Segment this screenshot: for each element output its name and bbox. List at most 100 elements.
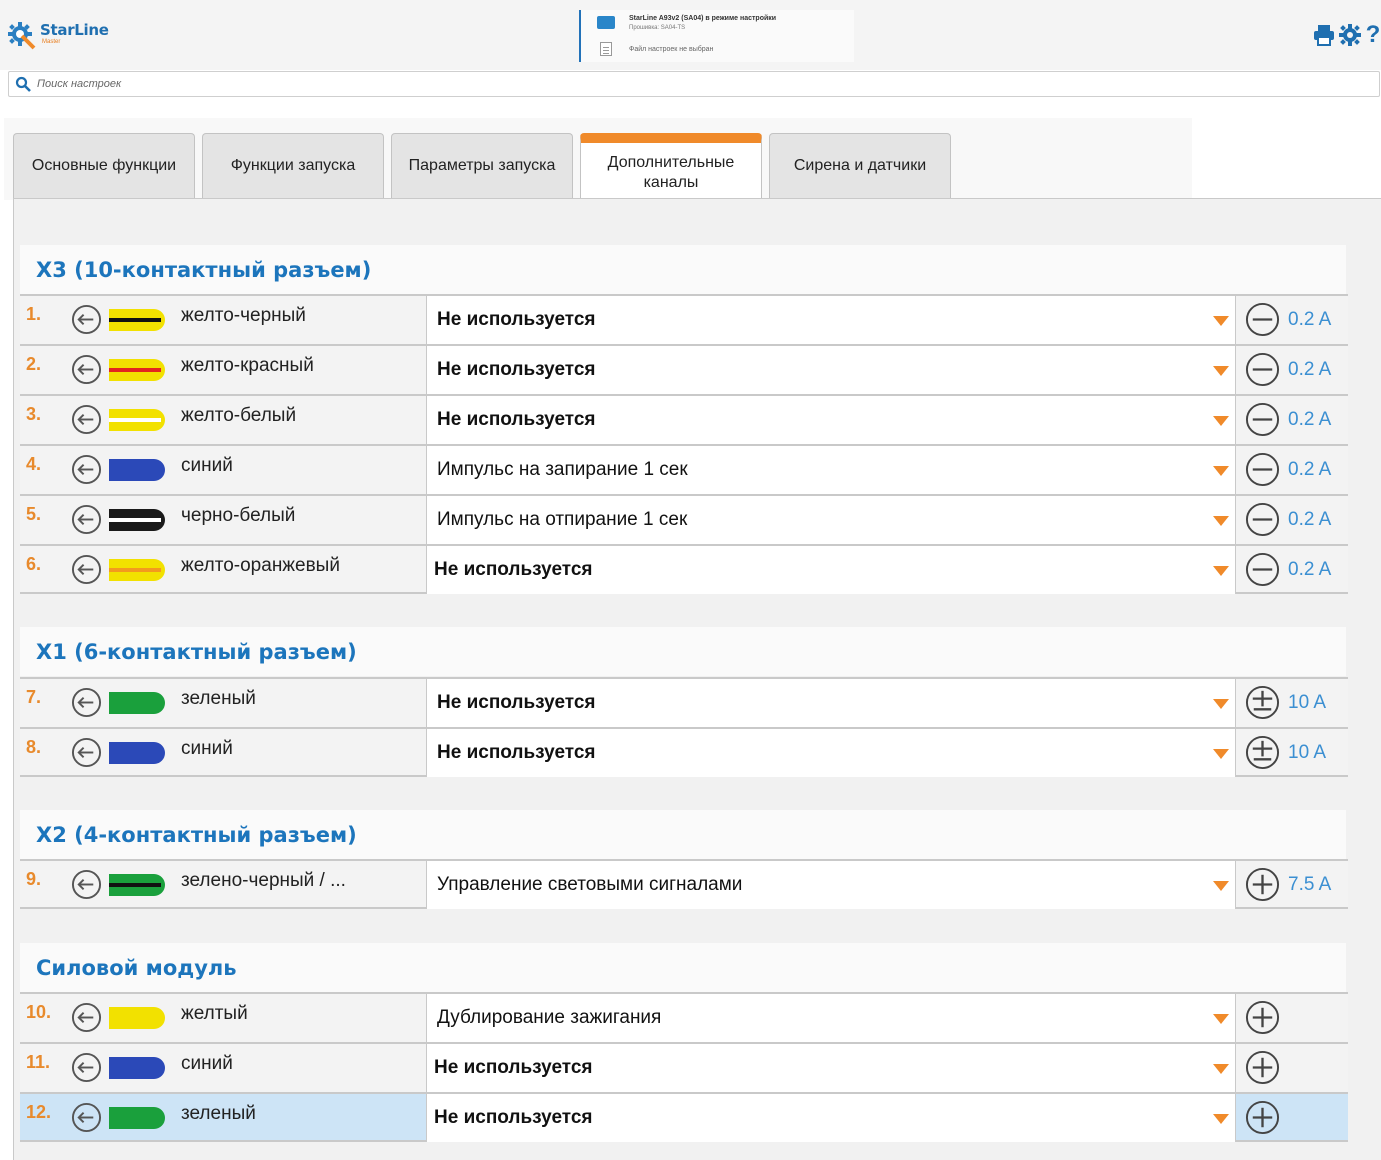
logo-subtitle: Master (42, 39, 61, 45)
wire-color-label: желто-красный (181, 355, 314, 376)
wire-color-label: зеленый (181, 1103, 256, 1124)
chevron-down-icon (1213, 1114, 1229, 1124)
dropdown-selected-value: Не используется (437, 742, 596, 763)
wire-color-label: синий (181, 1053, 233, 1074)
plus-polarity-icon[interactable] (1245, 1100, 1280, 1135)
channel-number: 6. (26, 554, 42, 574)
max-current-label: 7.5 A (1288, 874, 1332, 895)
wire-color-label: синий (181, 455, 233, 476)
wire-color-swatch (109, 874, 165, 896)
wire-color-label: синий (181, 738, 233, 759)
plus-polarity-icon[interactable] (1245, 867, 1280, 902)
minus-polarity-icon[interactable] (1245, 352, 1280, 387)
device-firmware: Прошивка: SA04-TS (629, 25, 686, 31)
wire-color-label: черно-белый (181, 505, 296, 526)
max-current-label: 10 A (1288, 692, 1327, 713)
channel-function-dropdown[interactable]: Импульс на отпирание 1 сек (426, 496, 1236, 544)
tab-main-functions[interactable]: Основные функции (13, 133, 195, 198)
channel-function-dropdown[interactable]: Управление световыми сигналами (426, 861, 1236, 909)
dropdown-selected-value: Импульс на отпирание 1 сек (437, 509, 688, 530)
channel-function-dropdown[interactable]: Не используется (426, 346, 1236, 394)
help-icon: ? (1365, 24, 1381, 46)
output-pin-icon (71, 504, 102, 535)
settings-file-status[interactable]: Файл настроек не выбран (629, 46, 713, 53)
wire-stripe (109, 568, 161, 572)
channel-function-dropdown[interactable]: Не используется (426, 679, 1236, 727)
wire-color-label: желто-белый (181, 405, 297, 426)
chevron-down-icon (1213, 699, 1229, 709)
wire-color-swatch (109, 1107, 165, 1129)
wire-stripe (109, 518, 161, 522)
dropdown-selected-value: Не используется (437, 409, 596, 430)
channel-function-dropdown[interactable]: Не используется (426, 396, 1236, 444)
channel-row: 6. желто-оранжевый Не используется 0.2 A (20, 544, 1348, 594)
wire-color-label: желтый (181, 1003, 248, 1024)
plus-polarity-icon[interactable] (1245, 1000, 1280, 1035)
print-button[interactable] (1313, 24, 1335, 46)
gear-icon (1339, 24, 1361, 46)
minus-polarity-icon[interactable] (1245, 552, 1280, 587)
logo-name: StarLine (40, 21, 109, 39)
max-current-label: 0.2 A (1288, 559, 1332, 580)
channel-function-dropdown[interactable]: Дублирование зажигания (426, 994, 1236, 1042)
settings-button[interactable] (1339, 24, 1361, 46)
channel-number: 4. (26, 454, 42, 474)
wire-stripe (109, 418, 161, 422)
channel-number: 7. (26, 687, 42, 707)
channel-row: 11. синий Не используется (20, 1042, 1348, 1092)
dropdown-selected-value: Импульс на запирание 1 сек (437, 459, 688, 480)
wire-color-swatch (109, 1057, 165, 1079)
wire-color-swatch (109, 1007, 165, 1029)
plus-minus-polarity-icon[interactable] (1245, 685, 1280, 720)
help-button[interactable]: ? (1365, 24, 1381, 46)
wire-stripe (109, 368, 161, 372)
dropdown-selected-value: Дублирование зажигания (437, 1007, 662, 1028)
channel-function-dropdown[interactable]: Импульс на запирание 1 сек (426, 446, 1236, 494)
dropdown-selected-value: Не используется (434, 1107, 593, 1128)
output-pin-icon (71, 354, 102, 385)
output-pin-icon (71, 554, 102, 585)
minus-polarity-icon[interactable] (1245, 402, 1280, 437)
tab-start-parameters[interactable]: Параметры запуска (391, 133, 573, 198)
minus-polarity-icon[interactable] (1245, 502, 1280, 537)
tab-siren-sensors[interactable]: Сирена и датчики (769, 133, 951, 198)
wire-color-label: желто-черный (181, 305, 306, 326)
channel-row: 10. желтый Дублирование зажигания (20, 992, 1348, 1042)
toolbar: ? (1313, 24, 1381, 46)
tab-additional-channels[interactable]: Дополнительные каналы (580, 133, 762, 199)
channel-row: 3. желто-белый Не используется 0.2 A (20, 394, 1348, 444)
output-pin-icon (71, 737, 102, 768)
app-header: StarLine Master StarLine A93v2 (SA04) в … (0, 0, 1381, 70)
output-pin-icon (71, 304, 102, 335)
search-input[interactable] (37, 78, 437, 90)
dropdown-selected-value: Управление световыми сигналами (437, 874, 743, 895)
channel-row: 5. черно-белый Импульс на отпирание 1 сек 0… (20, 494, 1348, 544)
channel-number: 1. (26, 304, 42, 324)
plus-polarity-icon[interactable] (1245, 1050, 1280, 1085)
channel-function-dropdown[interactable]: Не используется (426, 546, 1236, 594)
channel-function-dropdown[interactable]: Не используется (426, 1044, 1236, 1092)
channel-function-dropdown[interactable]: Не используется (426, 296, 1236, 344)
section-heading: Силовой модуль (20, 943, 1346, 992)
wire-color-swatch (109, 742, 165, 764)
output-pin-icon (71, 1002, 102, 1033)
max-current-label: 10 A (1288, 742, 1327, 763)
plus-minus-polarity-icon[interactable] (1245, 735, 1280, 770)
channel-number: 10. (26, 1002, 52, 1022)
chevron-down-icon (1213, 316, 1229, 326)
wire-stripe (109, 318, 161, 322)
minus-polarity-icon[interactable] (1245, 452, 1280, 487)
channel-function-dropdown[interactable]: Не используется (426, 729, 1236, 777)
max-current-label: 0.2 A (1288, 459, 1332, 480)
dropdown-selected-value: Не используется (434, 559, 593, 580)
file-icon (600, 42, 612, 56)
chevron-down-icon (1213, 1014, 1229, 1024)
device-icon (597, 16, 615, 29)
wire-color-label: желто-оранжевый (181, 555, 340, 576)
device-title: StarLine A93v2 (SA04) в режиме настройки (629, 15, 777, 22)
minus-polarity-icon[interactable] (1245, 302, 1280, 337)
tab-start-functions[interactable]: Функции запуска (202, 133, 384, 198)
wire-color-swatch (109, 359, 165, 381)
wire-color-swatch (109, 509, 165, 531)
channel-function-dropdown[interactable]: Не используется (426, 1094, 1236, 1142)
